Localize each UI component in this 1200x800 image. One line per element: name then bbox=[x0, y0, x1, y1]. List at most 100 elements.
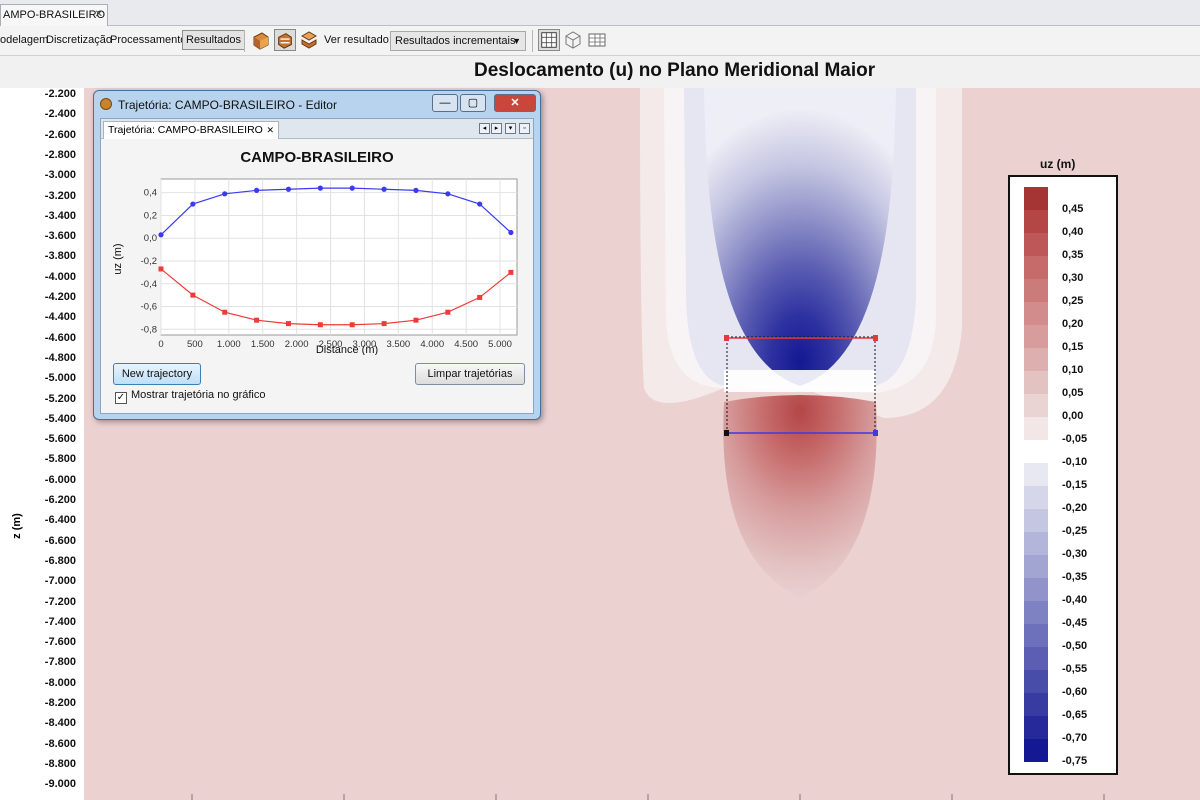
close-icon[interactable]: ✕ bbox=[95, 5, 103, 25]
colorbar-swatch bbox=[1024, 555, 1048, 578]
colorbar-swatch bbox=[1024, 371, 1048, 394]
chart-point bbox=[158, 232, 164, 238]
chart-x-tick-label: 1.000 bbox=[217, 339, 241, 350]
colorbar-swatch bbox=[1024, 739, 1048, 762]
colorbar-label: 0,40 bbox=[1062, 226, 1084, 238]
colorbar-label: -0,10 bbox=[1062, 456, 1088, 468]
chart-x-tick-label: 3.000 bbox=[353, 339, 377, 350]
new-trajectory-button[interactable]: New trajectory bbox=[113, 363, 201, 385]
chart-point bbox=[349, 322, 355, 328]
y-tick-label: -6.000 bbox=[44, 473, 76, 486]
app-icon bbox=[100, 98, 112, 110]
chart-title: CAMPO-BRASILEIRO bbox=[240, 149, 394, 166]
clear-trajectories-button[interactable]: Limpar trajetórias bbox=[415, 363, 525, 385]
editor-tab[interactable]: Trajetória: CAMPO-BRASILEIRO ✕ bbox=[103, 121, 279, 139]
chart-x-tick-label: 5.000 bbox=[488, 339, 512, 350]
y-tick-label: -8.000 bbox=[44, 676, 76, 689]
y-tick-label: -7.600 bbox=[44, 636, 76, 649]
y-tick-label: -2.200 bbox=[44, 88, 76, 100]
colorbar-swatch bbox=[1024, 578, 1048, 601]
menu-resultados[interactable]: Resultados bbox=[182, 30, 246, 50]
chart-y-tick-label: -0,4 bbox=[141, 279, 157, 290]
menu-discretizacao[interactable]: Discretização bbox=[46, 34, 112, 46]
show-trajectory-checkbox[interactable]: ✓ Mostrar trajetória no gráfico bbox=[115, 389, 266, 404]
colorbar-swatch bbox=[1024, 302, 1048, 325]
colorbar-label: -0,50 bbox=[1062, 640, 1088, 652]
y-tick-label: -3.600 bbox=[44, 230, 76, 243]
colorbar-label: -0,75 bbox=[1062, 755, 1088, 767]
minimize-button[interactable]: — bbox=[432, 94, 458, 112]
chart-y-tick-label: 0,2 bbox=[144, 210, 157, 221]
colorbar-label: -0,20 bbox=[1062, 502, 1088, 514]
colorbar-label: 0,45 bbox=[1062, 203, 1084, 215]
y-tick-label: -5.400 bbox=[44, 412, 76, 425]
grid-view-icon[interactable] bbox=[586, 29, 608, 51]
tab-scroll-right-icon[interactable]: ▸ bbox=[491, 123, 502, 134]
colorbar-swatch bbox=[1024, 486, 1048, 509]
colorbar-label: 0,05 bbox=[1062, 387, 1084, 399]
chart-point bbox=[317, 322, 323, 328]
chart-y-label: uz (m) bbox=[112, 243, 124, 274]
editor-titlebar[interactable]: Trajetória: CAMPO-BRASILEIRO - Editor — … bbox=[94, 91, 540, 117]
mesh-view-icon[interactable] bbox=[538, 29, 560, 51]
close-button[interactable]: ✕ bbox=[494, 94, 536, 112]
cube-view-icon[interactable] bbox=[562, 29, 584, 51]
chart-x-tick-label: 0 bbox=[158, 339, 163, 350]
close-icon[interactable]: ✕ bbox=[266, 122, 274, 138]
checkbox-check-icon[interactable]: ✓ bbox=[115, 392, 127, 404]
colorbar-label: 0,10 bbox=[1062, 364, 1084, 376]
y-tick-label: -6.400 bbox=[44, 514, 76, 527]
tab-scroll-left-icon[interactable]: ◂ bbox=[479, 123, 490, 134]
colorbar-label: -0,25 bbox=[1062, 525, 1088, 537]
chart-point bbox=[254, 317, 260, 323]
chart-point bbox=[349, 185, 355, 191]
trajectory-editor-window[interactable]: Trajetória: CAMPO-BRASILEIRO - Editor — … bbox=[93, 90, 541, 420]
maximize-tab-icon[interactable]: ▫ bbox=[519, 123, 530, 134]
chevron-down-icon: ▼ bbox=[512, 36, 521, 46]
block-layers-icon[interactable] bbox=[298, 29, 320, 51]
chart-x-tick-label: 3.500 bbox=[386, 339, 410, 350]
chart-point bbox=[158, 266, 164, 272]
y-tick-label: -2.400 bbox=[44, 108, 76, 121]
colorbar-swatch bbox=[1024, 417, 1048, 440]
chart-point bbox=[254, 187, 260, 193]
colorbar-label: 0,25 bbox=[1062, 295, 1084, 307]
editor-tabbar: Trajetória: CAMPO-BRASILEIRO ✕ ◂ ▸ ▾ ▫ bbox=[101, 119, 533, 139]
chart-point bbox=[381, 321, 387, 327]
chart-point bbox=[190, 292, 196, 298]
y-tick-label: -3.000 bbox=[44, 169, 76, 182]
y-tick-label: -4.400 bbox=[44, 311, 76, 324]
toolbar: odelagem Discretização Processamento Res… bbox=[0, 26, 1200, 56]
result-type-select[interactable]: Resultados incrementais ▼ bbox=[390, 31, 526, 51]
chart-y-tick-label: -0,6 bbox=[141, 302, 157, 313]
y-tick-label: -7.800 bbox=[44, 656, 76, 669]
block-model-icon[interactable] bbox=[250, 29, 272, 51]
maximize-button[interactable]: ▢ bbox=[460, 94, 486, 112]
document-tab-label: AMPO-BRASILEIRO bbox=[3, 9, 106, 21]
colorbar-swatch bbox=[1024, 394, 1048, 417]
menu-modelagem[interactable]: odelagem bbox=[0, 34, 48, 46]
y-tick-label: -7.000 bbox=[44, 575, 76, 588]
colorbar-swatch bbox=[1024, 348, 1048, 371]
document-tab[interactable]: AMPO-BRASILEIRO ✕ bbox=[0, 4, 108, 26]
colorbar-swatch bbox=[1024, 325, 1048, 348]
colorbar-title: uz (m) bbox=[1040, 157, 1076, 171]
chart-point bbox=[445, 309, 451, 315]
menu-processamento[interactable]: Processamento bbox=[110, 34, 186, 46]
block-section-icon[interactable] bbox=[274, 29, 296, 51]
colorbar-label: -0,35 bbox=[1062, 571, 1088, 583]
y-tick-label: -6.800 bbox=[44, 554, 76, 567]
y-tick-label: -2.800 bbox=[44, 148, 76, 161]
tab-list-icon[interactable]: ▾ bbox=[505, 123, 516, 134]
colorbar-swatch bbox=[1024, 601, 1048, 624]
y-tick-label: -4.600 bbox=[44, 331, 76, 344]
chart-point bbox=[190, 201, 196, 207]
colorbar-label: -0,60 bbox=[1062, 686, 1088, 698]
toolbar-separator bbox=[532, 30, 533, 52]
colorbar-swatch bbox=[1024, 187, 1048, 210]
chart-plot-area bbox=[160, 178, 518, 336]
colorbar-swatch bbox=[1024, 279, 1048, 302]
editor-tab-label: Trajetória: CAMPO-BRASILEIRO bbox=[108, 124, 263, 136]
app-window: AMPO-BRASILEIRO ✕ odelagem Discretização… bbox=[0, 0, 1200, 800]
y-tick-label: -7.400 bbox=[44, 615, 76, 628]
